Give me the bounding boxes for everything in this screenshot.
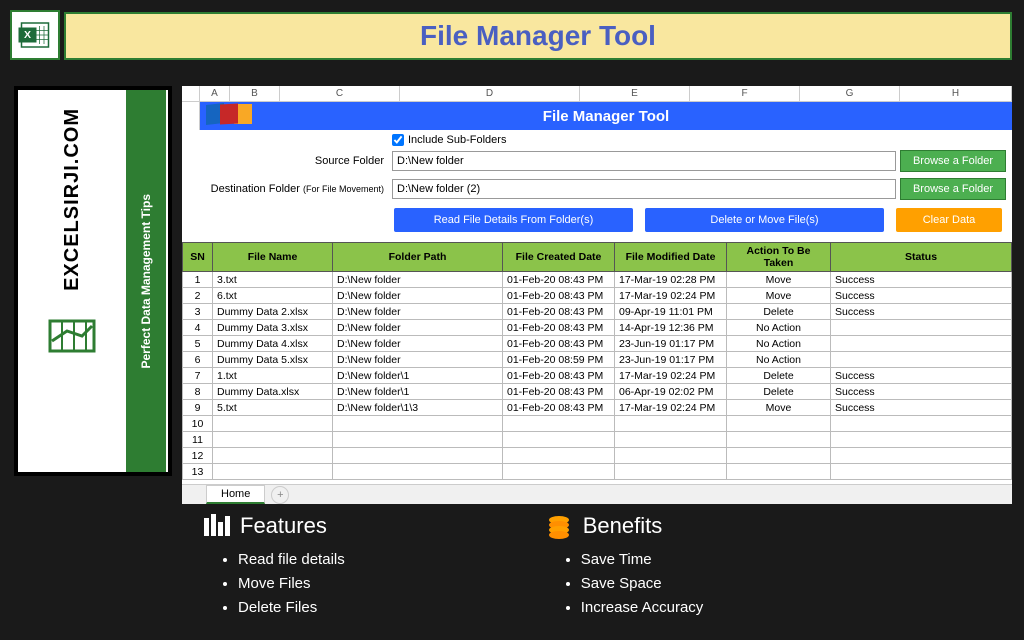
coins-icon [545, 512, 573, 540]
include-subfolders-label: Include Sub-Folders [408, 134, 506, 146]
table-row[interactable]: 8Dummy Data.xlsxD:\New folder\101-Feb-20… [183, 384, 1012, 400]
folder-stack-icon [206, 104, 248, 124]
col-path[interactable]: Folder Path [333, 243, 503, 272]
page-title-band: File Manager Tool [64, 12, 1012, 60]
tab-home[interactable]: Home [206, 485, 265, 504]
source-folder-input[interactable] [392, 151, 896, 171]
list-item: Move Files [238, 572, 345, 596]
col-status[interactable]: Status [831, 243, 1012, 272]
col-name[interactable]: File Name [213, 243, 333, 272]
excel-logo-badge: X [10, 10, 60, 60]
table-row[interactable]: 12 [183, 448, 1012, 464]
features-title: Features [240, 513, 327, 539]
benefits-title: Benefits [583, 513, 663, 539]
sheet-title-bar: File Manager Tool [182, 102, 1012, 130]
table-row[interactable]: 4Dummy Data 3.xlsxD:\New folder01-Feb-20… [183, 320, 1012, 336]
logo-tagline: Perfect Data Management Tips [139, 194, 153, 369]
file-table: SN File Name Folder Path File Created Da… [182, 242, 1012, 480]
brand-logo: EXCELSIRJI.COM Perfect Data Management T… [14, 86, 172, 476]
features-list: Read file detailsMove FilesDelete Files [202, 548, 345, 620]
table-row[interactable]: 5Dummy Data 4.xlsxD:\New folder01-Feb-20… [183, 336, 1012, 352]
list-item: Save Space [581, 572, 704, 596]
col-created[interactable]: File Created Date [503, 243, 615, 272]
logo-graphic-icon [42, 301, 102, 361]
table-row[interactable]: 71.txtD:\New folder\101-Feb-20 08:43 PM1… [183, 368, 1012, 384]
dest-folder-label: Destination Folder (For File Movement) [204, 183, 388, 195]
excel-icon: X [17, 17, 53, 53]
dest-folder-input[interactable] [392, 179, 896, 199]
table-row[interactable]: 3Dummy Data 2.xlsxD:\New folder01-Feb-20… [183, 304, 1012, 320]
page-title: File Manager Tool [420, 20, 656, 52]
bars-icon [202, 512, 230, 540]
footer-info: Features Read file detailsMove FilesDele… [182, 512, 1012, 632]
add-sheet-button[interactable]: + [271, 486, 289, 504]
benefits-list: Save TimeSave SpaceIncrease Accuracy [545, 548, 704, 620]
list-item: Save Time [581, 548, 704, 572]
include-subfolders-checkbox[interactable] [392, 134, 404, 146]
col-action[interactable]: Action To Be Taken [727, 243, 831, 272]
browse-source-button[interactable]: Browse a Folder [900, 150, 1006, 172]
table-row[interactable]: 13 [183, 464, 1012, 480]
table-row[interactable]: 6Dummy Data 5.xlsxD:\New folder01-Feb-20… [183, 352, 1012, 368]
table-row[interactable]: 10 [183, 416, 1012, 432]
browse-dest-button[interactable]: Browse a Folder [900, 178, 1006, 200]
table-row[interactable]: 13.txtD:\New folder01-Feb-20 08:43 PM17-… [183, 272, 1012, 288]
table-row[interactable]: 95.txtD:\New folder\1\301-Feb-20 08:43 P… [183, 400, 1012, 416]
read-details-button[interactable]: Read File Details From Folder(s) [394, 208, 633, 232]
svg-text:X: X [24, 29, 31, 41]
spreadsheet-area: A B C D E F G H File Manager Tool Includ… [182, 86, 1012, 504]
sheet-title: File Manager Tool [543, 108, 669, 125]
source-folder-label: Source Folder [204, 155, 388, 167]
list-item: Delete Files [238, 596, 345, 620]
sheet-tabs: Home + [182, 484, 1012, 504]
logo-main-text: EXCELSIRJI.COM [61, 108, 84, 291]
list-item: Read file details [238, 548, 345, 572]
table-row[interactable]: 11 [183, 432, 1012, 448]
clear-data-button[interactable]: Clear Data [896, 208, 1002, 232]
column-headers: A B C D E F G H [182, 86, 1012, 102]
col-modified[interactable]: File Modified Date [615, 243, 727, 272]
list-item: Increase Accuracy [581, 596, 704, 620]
delete-move-button[interactable]: Delete or Move File(s) [645, 208, 884, 232]
table-row[interactable]: 26.txtD:\New folder01-Feb-20 08:43 PM17-… [183, 288, 1012, 304]
col-sn[interactable]: SN [183, 243, 213, 272]
